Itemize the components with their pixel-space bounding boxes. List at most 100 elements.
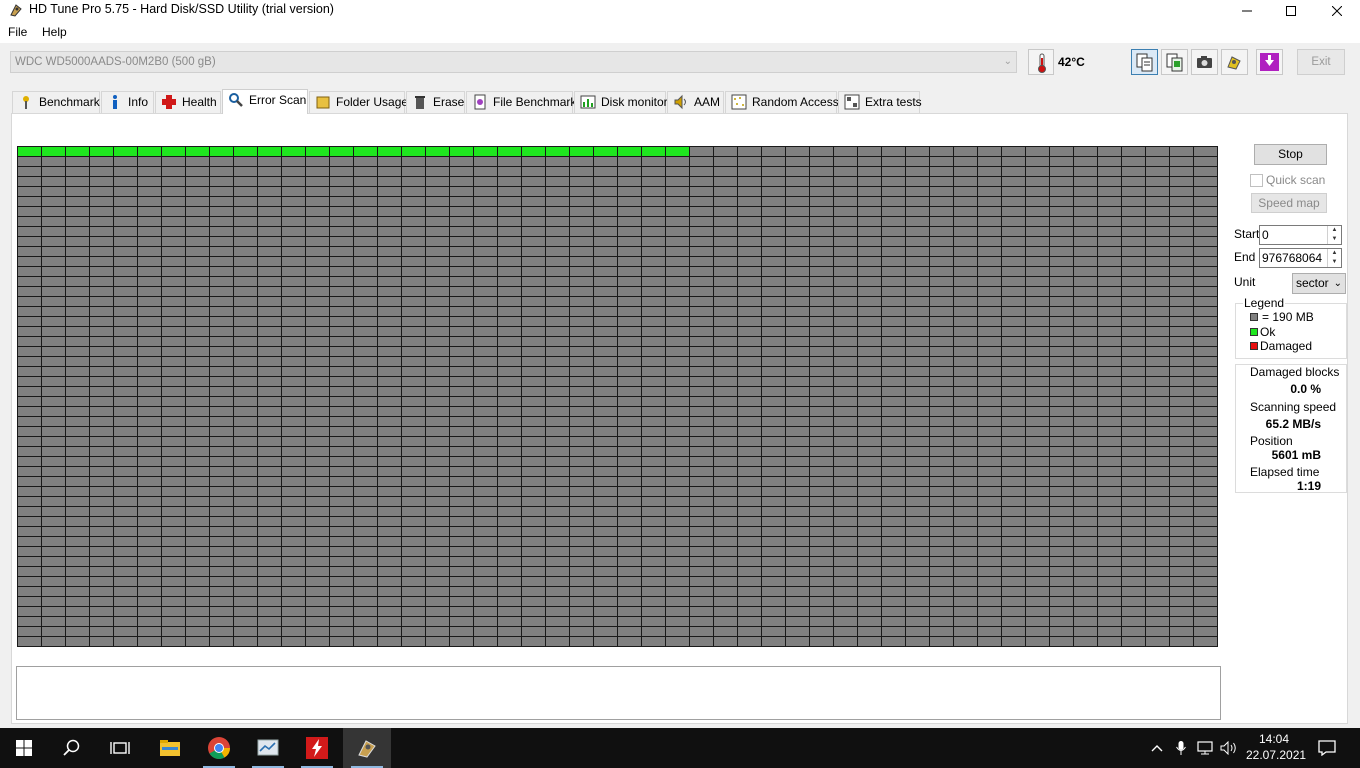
scan-block-pending	[522, 387, 545, 396]
scan-block-pending	[42, 577, 65, 586]
unit-select[interactable]: sector ⌄	[1292, 273, 1346, 294]
scan-block-pending	[810, 317, 833, 326]
scan-block-pending	[1194, 307, 1217, 316]
spinner-arrows-icon[interactable]: ▲ ▼	[1327, 226, 1341, 244]
clock-date[interactable]: 22.07.2021	[1246, 748, 1306, 762]
scan-block-pending	[738, 167, 761, 176]
scan-block-pending	[882, 297, 905, 306]
scan-block-pending	[1170, 417, 1193, 426]
search-button[interactable]	[48, 728, 96, 768]
menu-help[interactable]: Help	[42, 25, 67, 39]
scan-block-pending	[594, 587, 617, 596]
tab-health[interactable]: Health	[155, 91, 221, 113]
spinner-arrows-icon[interactable]: ▲ ▼	[1327, 249, 1341, 267]
tab-random-access[interactable]: Random Access	[725, 91, 839, 113]
copy-info-button[interactable]	[1161, 49, 1188, 75]
copy-text-button[interactable]	[1131, 49, 1158, 75]
tab-error-scan[interactable]: Error Scan	[222, 89, 308, 114]
scan-block-pending	[402, 237, 425, 246]
volume-button[interactable]	[1217, 728, 1241, 768]
scan-block-pending	[1026, 277, 1049, 286]
log-output[interactable]	[16, 666, 1221, 720]
scan-block-pending	[882, 257, 905, 266]
menu-file[interactable]: File	[8, 25, 27, 39]
scan-block-pending	[258, 327, 281, 336]
options-button[interactable]	[1221, 49, 1248, 75]
scan-block-pending	[666, 287, 689, 296]
start-button[interactable]	[0, 728, 48, 768]
scan-block-pending	[522, 307, 545, 316]
scan-block-pending	[930, 427, 953, 436]
scan-block-pending	[1002, 257, 1025, 266]
show-hidden-icons-button[interactable]	[1145, 728, 1169, 768]
tab-file-benchmark[interactable]: File Benchmark	[466, 91, 576, 113]
disk-utility-button[interactable]	[244, 728, 292, 768]
chrome-button[interactable]	[195, 728, 243, 768]
network-button[interactable]	[1193, 728, 1217, 768]
scan-block-pending	[1050, 287, 1073, 296]
tab-info[interactable]: Info	[101, 91, 154, 113]
scan-block-pending	[114, 157, 137, 166]
scan-block-pending	[498, 537, 521, 546]
minimize-button[interactable]	[1224, 0, 1270, 22]
scan-block-pending	[570, 377, 593, 386]
tab-erase[interactable]: Erase	[406, 91, 465, 113]
file-explorer-button[interactable]	[146, 728, 194, 768]
scan-block-pending	[954, 367, 977, 376]
tab-disk-monitor[interactable]: Disk monitor	[574, 91, 668, 113]
scan-block-pending	[378, 297, 401, 306]
scan-block-pending	[1098, 437, 1121, 446]
scan-block-pending	[546, 627, 569, 636]
scan-block-pending	[786, 327, 809, 336]
scan-block-pending	[426, 397, 449, 406]
scan-block-pending	[714, 517, 737, 526]
scan-block-pending	[978, 177, 1001, 186]
scan-block-pending	[138, 507, 161, 516]
scan-block-pending	[594, 427, 617, 436]
scan-block-pending	[1050, 527, 1073, 536]
scan-block-pending	[1098, 407, 1121, 416]
scan-block-pending	[834, 167, 857, 176]
speed-map-button[interactable]: Speed map	[1251, 193, 1327, 213]
scan-block-pending	[282, 317, 305, 326]
scan-block-pending	[594, 537, 617, 546]
scan-block-pending	[1146, 527, 1169, 536]
exit-button[interactable]: Exit	[1297, 49, 1345, 75]
save-button[interactable]	[1256, 49, 1283, 75]
screenshot-button[interactable]	[1191, 49, 1218, 75]
task-view-button[interactable]	[96, 728, 144, 768]
tab-benchmark[interactable]: Benchmark	[12, 91, 100, 113]
notifications-button[interactable]	[1305, 728, 1349, 768]
scan-block-pending	[978, 607, 1001, 616]
stop-button[interactable]: Stop	[1254, 144, 1327, 165]
scan-block-pending	[210, 177, 233, 186]
scan-block-pending	[354, 377, 377, 386]
scan-block-pending	[42, 567, 65, 576]
tab-extra-tests[interactable]: Extra tests	[838, 91, 922, 113]
maximize-icon	[1286, 6, 1296, 16]
scan-block-pending	[426, 317, 449, 326]
start-input[interactable]: 0 ▲ ▼	[1259, 225, 1342, 245]
end-input[interactable]: 976768064 ▲ ▼	[1259, 248, 1342, 268]
scan-block-pending	[234, 627, 257, 636]
drive-select[interactable]: WDC WD5000AADS-00M2B0 (500 gB) ⌄	[10, 51, 1017, 73]
flash-app-button[interactable]	[293, 728, 341, 768]
scan-block-pending	[114, 427, 137, 436]
scan-block-pending	[834, 407, 857, 416]
scan-block-pending	[450, 157, 473, 166]
hd-tune-button[interactable]	[343, 728, 391, 768]
scan-block-pending	[186, 407, 209, 416]
scan-block-pending	[210, 307, 233, 316]
scan-block-pending	[234, 267, 257, 276]
tab-aam[interactable]: AAM	[667, 91, 724, 113]
tab-folder-usage[interactable]: Folder Usage	[309, 91, 408, 113]
microphone-button[interactable]	[1169, 728, 1193, 768]
scan-block-pending	[522, 437, 545, 446]
scan-block-pending	[546, 217, 569, 226]
clock-time[interactable]: 14:04	[1246, 732, 1302, 746]
close-button[interactable]	[1314, 0, 1360, 22]
maximize-button[interactable]	[1268, 0, 1314, 22]
scan-block-pending	[1146, 277, 1169, 286]
scan-block-pending	[474, 637, 497, 646]
scan-block-pending	[1098, 547, 1121, 556]
